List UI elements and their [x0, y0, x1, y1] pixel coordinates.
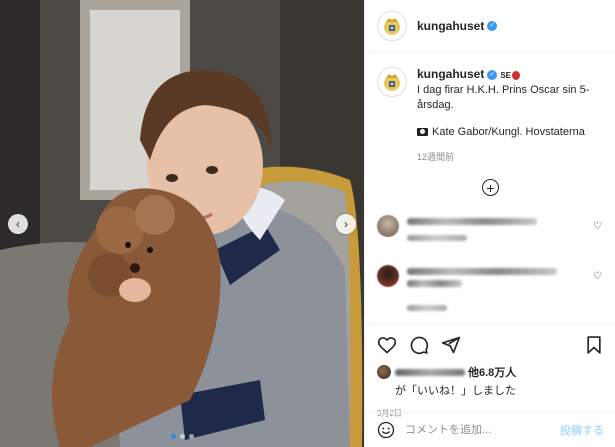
royal-crest-icon [384, 17, 400, 35]
comment-item: ♡ [365, 215, 615, 241]
liker-avatar [377, 365, 391, 379]
comment-avatar[interactable] [377, 265, 399, 287]
blurred-comment-meta [407, 305, 447, 311]
comment-input[interactable] [405, 424, 560, 436]
instagram-post: ‹ › kungahuset ✓ kungahuset ✓ SE I dag f… [0, 0, 615, 447]
carousel-dot [188, 434, 194, 439]
blurred-comment-text [407, 268, 557, 275]
likes-count[interactable]: 他6.8万人 [468, 364, 516, 380]
plus-circle-icon: + [482, 179, 499, 196]
load-more-comments-button[interactable]: + [365, 179, 615, 196]
caption-avatar[interactable] [377, 67, 407, 97]
chevron-left-icon: ‹ [16, 217, 20, 231]
caption-text: I dag firar H.K.H. Prins Oscar sin 5-års… [417, 84, 590, 111]
comment-bubble-icon[interactable] [409, 335, 429, 355]
flag-code: SE [500, 71, 512, 80]
profile-avatar[interactable] [377, 10, 407, 41]
previous-photo-button[interactable]: ‹ [8, 214, 28, 234]
comment-like-heart-icon[interactable]: ♡ [593, 271, 602, 282]
comment-item: ♡ [365, 265, 615, 311]
comment-avatar[interactable] [377, 215, 399, 237]
blurred-comment-meta [407, 235, 467, 241]
post-comment-button[interactable]: 投稿する [560, 422, 604, 438]
carousel-dots [0, 434, 364, 439]
caption-username[interactable]: kungahuset [417, 67, 484, 81]
balloon-icon [512, 70, 521, 80]
chevron-right-icon: › [344, 217, 348, 231]
next-photo-button[interactable]: › [336, 214, 356, 234]
camera-icon [417, 128, 428, 136]
photo-illustration [0, 0, 364, 447]
carousel-dot [170, 434, 176, 439]
post-caption: kungahuset ✓ SE I dag firar H.K.H. Prins O… [365, 53, 615, 165]
emoji-smiley-icon[interactable] [377, 421, 395, 439]
share-send-icon[interactable] [441, 335, 461, 355]
header-username[interactable]: kungahuset [417, 19, 484, 33]
post-photo[interactable]: ‹ › [0, 0, 364, 447]
add-comment-bar: 投稿する [365, 412, 615, 447]
likes-summary[interactable]: 他6.8万人 [377, 364, 604, 380]
like-heart-icon[interactable] [377, 335, 397, 355]
post-header: kungahuset ✓ [365, 0, 615, 52]
verified-badge-icon: ✓ [487, 70, 498, 81]
comment-like-heart-icon[interactable]: ♡ [593, 221, 602, 232]
likes-suffix: が「いいね！」しました [395, 385, 516, 397]
verified-badge-icon: ✓ [487, 20, 498, 31]
blurred-comment-text [407, 218, 537, 225]
royal-crest-icon [384, 74, 400, 91]
comments-section: kungahuset ✓ SE I dag firar H.K.H. Prins O… [365, 53, 615, 323]
photo-credit: Kate Gabor/Kungl. Hovstaterna [432, 126, 585, 138]
caption-time: 12週間前 [417, 152, 455, 162]
blurred-liker-name [395, 368, 465, 376]
bookmark-icon[interactable] [584, 335, 604, 355]
blurred-comment-text [407, 280, 462, 287]
post-side-panel: kungahuset ✓ kungahuset ✓ SE I dag firar… [364, 0, 615, 447]
post-actions: 他6.8万人 が「いいね！」しました 3月2日 [365, 323, 615, 419]
carousel-dot [179, 434, 185, 439]
